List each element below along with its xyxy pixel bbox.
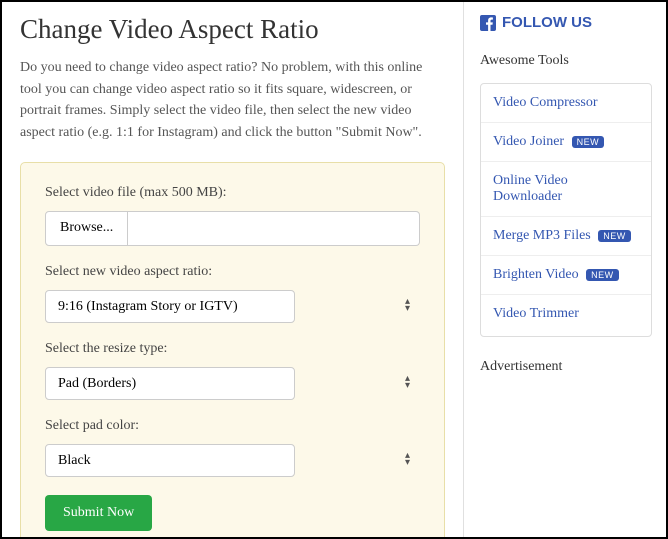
sidebar: FOLLOW US Awesome Tools Video Compressor…	[464, 2, 666, 537]
browse-button[interactable]: Browse...	[45, 211, 128, 246]
file-name-field[interactable]	[128, 211, 420, 246]
intro-text: Do you need to change video aspect ratio…	[20, 57, 445, 144]
submit-button[interactable]: Submit Now	[45, 495, 152, 531]
tool-item[interactable]: Brighten Video NEW	[481, 256, 651, 295]
follow-label: FOLLOW US	[502, 14, 592, 31]
new-badge: NEW	[586, 269, 619, 281]
file-input-row: Browse...	[45, 211, 420, 246]
tool-item[interactable]: Video Compressor	[481, 84, 651, 123]
main-content: Change Video Aspect Ratio Do you need to…	[2, 2, 464, 537]
page-title: Change Video Aspect Ratio	[20, 14, 445, 45]
chevron-updown-icon	[405, 297, 410, 314]
facebook-icon	[480, 15, 496, 31]
file-label: Select video file (max 500 MB):	[45, 185, 420, 201]
tool-item[interactable]: Video Trimmer	[481, 295, 651, 333]
resize-select[interactable]: Pad (Borders)	[45, 367, 295, 400]
tools-title: Awesome Tools	[480, 53, 652, 69]
new-badge: NEW	[572, 136, 605, 148]
tool-item[interactable]: Online Video Downloader	[481, 162, 651, 217]
aspect-select[interactable]: 9:16 (Instagram Story or IGTV)	[45, 290, 295, 323]
color-label: Select pad color:	[45, 418, 420, 434]
tools-scroll[interactable]: Video CompressorVideo Joiner NEWOnline V…	[481, 84, 651, 336]
chevron-updown-icon	[405, 374, 410, 391]
aspect-label: Select new video aspect ratio:	[45, 264, 420, 280]
new-badge: NEW	[598, 230, 631, 242]
ad-title: Advertisement	[480, 359, 652, 375]
chevron-updown-icon	[405, 451, 410, 468]
form-box: Select video file (max 500 MB): Browse..…	[20, 162, 445, 537]
tool-item[interactable]: Merge MP3 Files NEW	[481, 217, 651, 256]
tools-list: Video CompressorVideo Joiner NEWOnline V…	[480, 83, 652, 337]
tool-item[interactable]: Video Joiner NEW	[481, 123, 651, 162]
resize-label: Select the resize type:	[45, 341, 420, 357]
follow-us-link[interactable]: FOLLOW US	[480, 14, 652, 31]
color-select[interactable]: Black	[45, 444, 295, 477]
